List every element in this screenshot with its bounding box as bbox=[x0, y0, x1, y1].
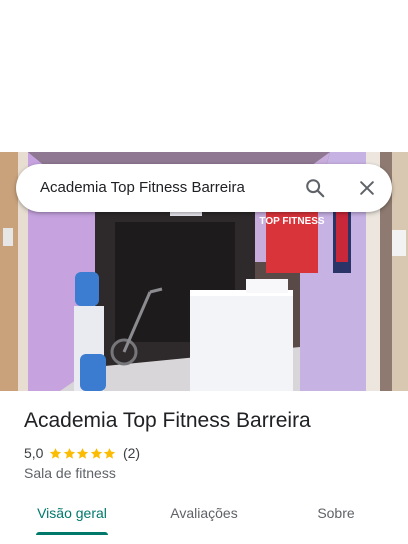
place-tabs: Visão geral Avaliações Sobre bbox=[0, 495, 408, 535]
search-bar[interactable]: Academia Top Fitness Barreira bbox=[16, 164, 392, 212]
active-tab-indicator bbox=[36, 532, 108, 535]
star-icon bbox=[63, 447, 76, 459]
star-icon bbox=[50, 447, 62, 459]
tab-reviews[interactable]: Avaliações bbox=[152, 495, 256, 535]
place-title: Academia Top Fitness Barreira bbox=[24, 409, 311, 432]
tab-overview[interactable]: Visão geral bbox=[24, 495, 120, 535]
star-icon bbox=[90, 447, 103, 459]
rating-value: 5,0 bbox=[24, 445, 44, 461]
rating-stars bbox=[49, 447, 117, 460]
clear-search-button[interactable] bbox=[353, 174, 381, 202]
star-icon bbox=[77, 447, 89, 459]
search-button[interactable] bbox=[301, 174, 329, 202]
sign-text: TOP FITNESS bbox=[259, 216, 325, 227]
map-area-blank bbox=[0, 0, 408, 152]
star-icon bbox=[104, 447, 116, 459]
place-category: Sala de fitness bbox=[24, 465, 116, 481]
review-count[interactable]: (2) bbox=[123, 445, 140, 461]
close-icon bbox=[360, 181, 374, 195]
tab-about[interactable]: Sobre bbox=[296, 495, 376, 535]
rating-row[interactable]: 5,0 (2) bbox=[24, 444, 140, 462]
search-input[interactable]: Academia Top Fitness Barreira bbox=[40, 164, 245, 212]
search-icon bbox=[306, 179, 325, 198]
